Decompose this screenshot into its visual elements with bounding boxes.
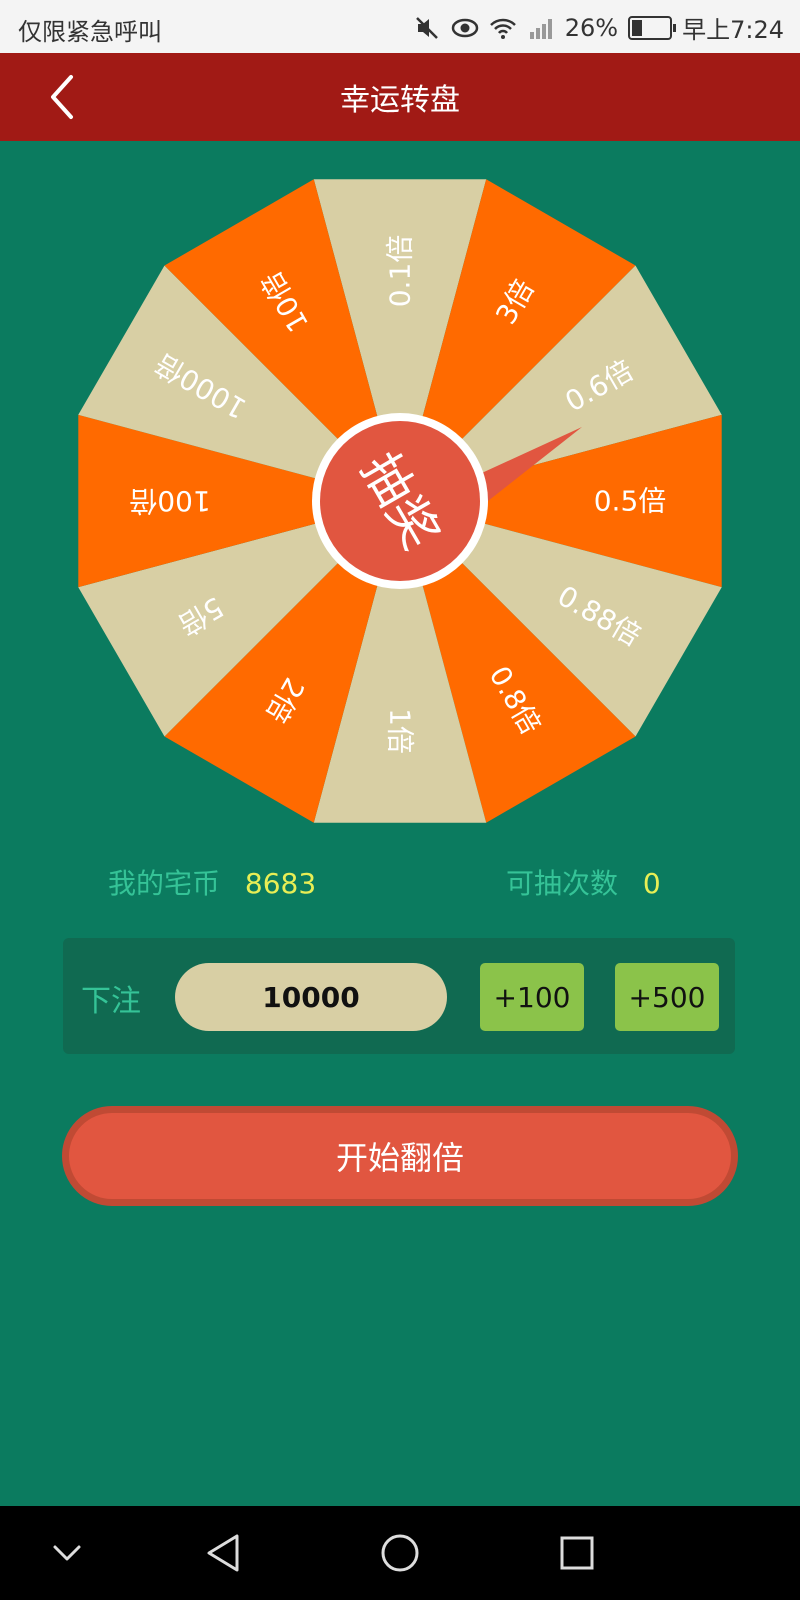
bet-panel: 下注 10000 +100 +500 [63,938,735,1054]
wheel-segment-label: 100倍 [129,485,210,518]
wheel-segment-label: 0.5倍 [594,485,667,518]
app-header: 幸运转盘 [0,53,800,141]
bet-amount-input[interactable]: 10000 [175,963,447,1031]
eye-icon [451,14,479,42]
draws-label: 可抽次数 [506,867,619,900]
wifi-icon [489,14,517,42]
coins-value: 8683 [244,867,317,900]
wheel-graphic: 0.1倍 3倍0.6倍0.5倍0.88倍0.8倍1倍2倍5倍100倍1000倍10… [78,179,722,823]
plus-100-button[interactable]: +100 [480,963,584,1031]
status-bar: 仅限紧急呼叫 26% 早上7:24 [0,0,800,53]
home-circle-icon[interactable] [373,1526,427,1580]
system-nav-bar [0,1506,800,1600]
page-title: 幸运转盘 [340,83,460,118]
coins-info: 我的宅币 8683 [108,862,316,902]
plus-500-button[interactable]: +500 [615,963,719,1031]
bet-label: 下注 [81,984,141,1019]
status-time: 早上7:24 [682,16,784,44]
draws-info: 可抽次数 0 [506,862,661,902]
recent-square-icon[interactable] [550,1526,604,1580]
signal-icon [527,14,555,42]
lucky-wheel[interactable]: 0.1倍 3倍 0.6倍 0.5倍 0.88倍 0.8倍 1倍 2倍 5倍 100倍 1000倍 10… [78,179,722,823]
mute-icon [413,14,441,42]
back-triangle-icon[interactable] [196,1526,250,1580]
chevron-down-icon[interactable] [40,1526,94,1580]
start-double-button[interactable]: 开始翻倍 [62,1106,738,1206]
wheel-segment-label: 0.1倍 [384,235,417,308]
battery-percent: 26% [564,13,619,42]
draws-value: 0 [642,867,661,900]
wheel-segment-label: 1倍 [384,708,417,754]
status-icons: 26% 早上7:24 [413,10,784,45]
status-carrier-text: 仅限紧急呼叫 [18,18,162,46]
coins-label: 我的宅币 [108,867,221,900]
battery-icon [628,15,677,40]
